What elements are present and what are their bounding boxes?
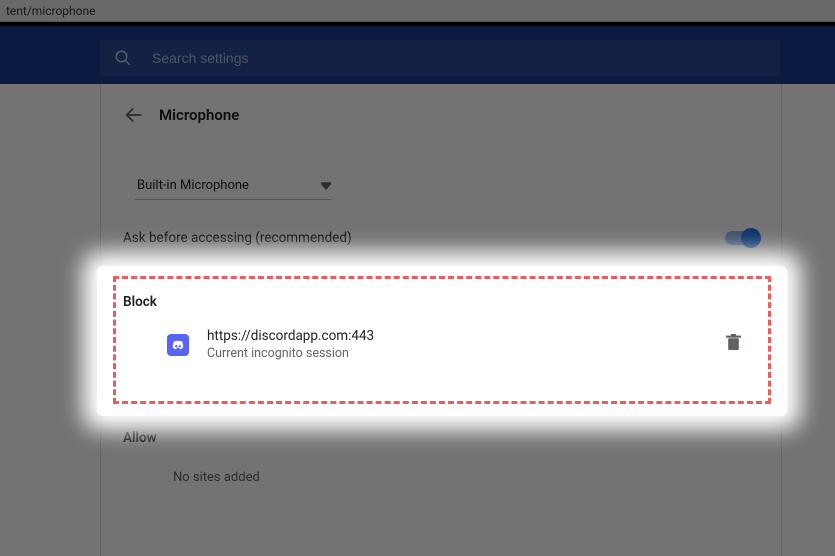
page-title: Microphone bbox=[159, 106, 239, 124]
blocked-site-sub: Current incognito session bbox=[207, 346, 726, 361]
allow-section: Allow No sites added bbox=[101, 412, 781, 485]
device-row: Built-in Microphone bbox=[135, 174, 781, 200]
discord-icon bbox=[167, 334, 189, 356]
block-section: Block https://discordapp.com:443 Current… bbox=[101, 276, 781, 361]
blocked-site-url: https://discordapp.com:443 bbox=[207, 328, 726, 344]
ask-before-toggle[interactable] bbox=[725, 231, 759, 245]
title-row: Microphone bbox=[101, 84, 781, 146]
allow-heading: Allow bbox=[123, 430, 759, 446]
blocked-site-text: https://discordapp.com:443 Current incog… bbox=[207, 328, 726, 361]
content-panel: Microphone Built-in Microphone Ask befor… bbox=[100, 84, 782, 556]
device-selected-label: Built-in Microphone bbox=[137, 178, 249, 193]
toggle-knob bbox=[741, 228, 761, 248]
microphone-device-select[interactable]: Built-in Microphone bbox=[135, 174, 331, 200]
block-heading: Block bbox=[123, 294, 759, 310]
trash-icon bbox=[726, 334, 741, 351]
ask-before-label: Ask before accessing (recommended) bbox=[123, 230, 352, 246]
search-input[interactable] bbox=[152, 50, 652, 66]
back-arrow-icon[interactable] bbox=[123, 104, 145, 126]
ask-before-row: Ask before accessing (recommended) bbox=[123, 230, 759, 246]
allow-empty-text: No sites added bbox=[173, 470, 759, 485]
blocked-site-row[interactable]: https://discordapp.com:443 Current incog… bbox=[123, 328, 759, 361]
address-bar-fragment[interactable]: tent/microphone bbox=[0, 0, 835, 22]
settings-header bbox=[0, 22, 835, 84]
delete-button[interactable] bbox=[726, 334, 741, 355]
search-icon bbox=[114, 49, 132, 67]
chevron-down-icon bbox=[321, 181, 331, 191]
search-container[interactable] bbox=[100, 40, 780, 76]
